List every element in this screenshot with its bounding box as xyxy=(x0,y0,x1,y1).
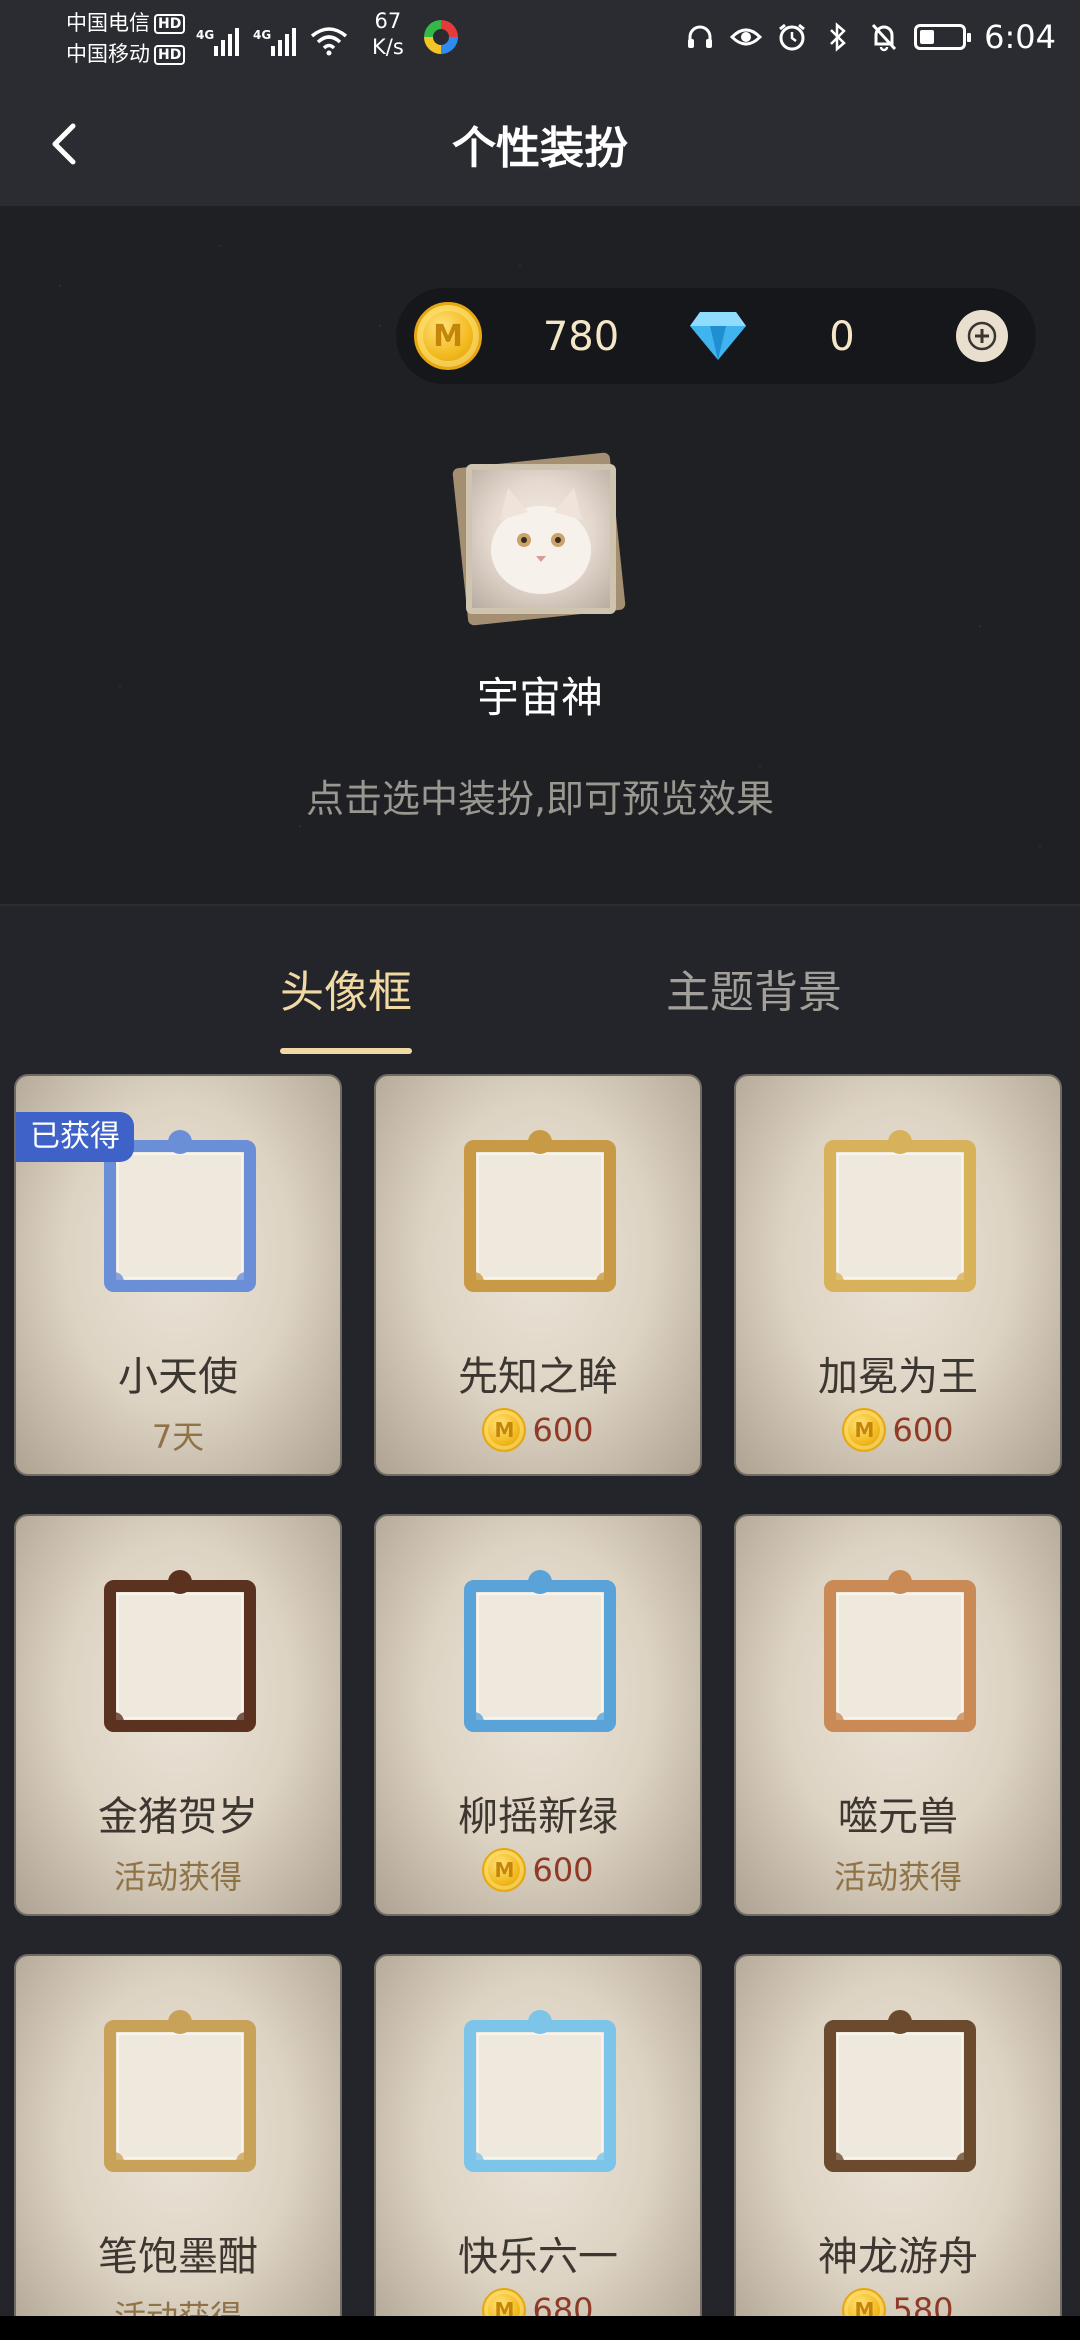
plus-icon xyxy=(967,321,997,351)
price-value: 600 xyxy=(532,1851,594,1889)
tab-avatar-frame[interactable]: 头像框 xyxy=(280,956,412,1020)
system-nav-bar xyxy=(0,2316,1080,2340)
mute-bell-icon xyxy=(868,21,900,53)
frame-name: 笔饱墨酣 xyxy=(98,2234,258,2280)
avatar xyxy=(466,464,616,614)
frame-name: 金猪贺岁 xyxy=(98,1794,258,1840)
frame-card[interactable]: 先知之眸 M 600 xyxy=(374,1074,702,1476)
frame-name: 噬元兽 xyxy=(838,1794,958,1840)
frame-name: 先知之眸 xyxy=(458,1354,618,1400)
carrier-1: 中国电信 xyxy=(66,11,150,35)
frame-name: 小天使 xyxy=(118,1354,238,1400)
profile-preview: M 780 0 宇宙神 点击选中装扮,即可预览效果 xyxy=(0,206,1080,906)
page-title: 个性装扮 xyxy=(452,123,628,174)
frame-name: 神龙游舟 xyxy=(818,2234,978,2280)
battery-icon xyxy=(914,24,972,50)
frame-price: M 600 xyxy=(736,1408,1060,1452)
frame-card[interactable]: 柳摇新绿 M 600 xyxy=(374,1514,702,1916)
frame-preview-image xyxy=(464,1130,616,1292)
network-speed: 67 K/s xyxy=(372,8,404,60)
frame-preview-image xyxy=(464,2010,616,2172)
frame-preview-image xyxy=(104,2010,256,2172)
speed-value: 67 xyxy=(374,9,402,33)
frame-card[interactable]: 噬元兽 活动获得 xyxy=(734,1514,1062,1916)
carrier-info: 中国电信 HD 中国移动 HD xyxy=(66,8,186,70)
eye-icon xyxy=(730,21,763,53)
frame-availability: 7天 xyxy=(151,1418,205,1456)
owned-badge: 已获得 xyxy=(16,1112,134,1162)
frame-card[interactable]: 已获得小天使 7天 xyxy=(14,1074,342,1476)
price-value: 600 xyxy=(532,1411,594,1449)
coin-balance: 780 xyxy=(542,314,620,360)
coin-icon: M xyxy=(414,302,482,370)
carrier-2: 中国移动 xyxy=(66,42,150,66)
category-tabs: 头像框 主题背景 xyxy=(0,906,1080,1056)
signal-icon: 4G xyxy=(253,28,296,56)
preview-hint: 点击选中装扮,即可预览效果 xyxy=(305,777,775,821)
app-notification-icon xyxy=(424,20,458,54)
status-icons: 6:04 xyxy=(684,14,1056,60)
recharge-button[interactable] xyxy=(956,310,1008,362)
frame-availability: 活动获得 xyxy=(113,1858,242,1896)
frame-card[interactable]: 加冕为王 M 600 xyxy=(734,1074,1062,1476)
user-name: 宇宙神 xyxy=(476,673,603,722)
frame-card[interactable]: 金猪贺岁 活动获得 xyxy=(14,1514,342,1916)
alarm-icon xyxy=(776,21,808,53)
frame-preview-image xyxy=(824,1570,976,1732)
clock: 6:04 xyxy=(984,18,1056,56)
frame-name: 快乐六一 xyxy=(458,2234,618,2280)
bluetooth-icon xyxy=(822,21,854,53)
frame-card[interactable]: 神龙游舟 M 580 xyxy=(734,1954,1062,2340)
speed-unit: K/s xyxy=(372,35,404,59)
avatar-preview xyxy=(452,452,626,626)
wifi-icon xyxy=(310,27,348,56)
frame-availability: 活动获得 xyxy=(833,1858,962,1896)
frame-preview-image xyxy=(464,1570,616,1732)
network-type: 4G xyxy=(196,28,215,42)
coin-icon: M xyxy=(482,1408,527,1452)
hd-badge-1: HD xyxy=(154,13,186,34)
cat-avatar-image xyxy=(491,488,591,594)
frame-price: M 600 xyxy=(376,1848,700,1892)
frame-preview-image xyxy=(104,1570,256,1732)
frame-preview-image xyxy=(824,2010,976,2172)
signal-icon: 4G xyxy=(196,28,239,56)
frame-card[interactable]: 快乐六一 M 680 xyxy=(374,1954,702,2340)
frame-card[interactable]: 笔饱墨酣活动获得 xyxy=(14,1954,342,2340)
price-value: 600 xyxy=(892,1411,954,1449)
signal-indicators: 4G 4G xyxy=(196,16,348,56)
frame-name: 柳摇新绿 xyxy=(458,1794,618,1840)
frame-preview-image xyxy=(824,1130,976,1292)
diamond-icon xyxy=(690,312,746,360)
active-tab-indicator xyxy=(280,1048,412,1054)
app-header: 个性装扮 xyxy=(0,82,1080,206)
network-type: 4G xyxy=(253,28,272,42)
wallet-bar: M 780 0 xyxy=(396,288,1036,384)
status-bar: 中国电信 HD 中国移动 HD 4G 4G 67 K/s 6:04 xyxy=(0,0,1080,82)
diamond-balance: 0 xyxy=(829,314,855,360)
frame-name: 加冕为王 xyxy=(818,1354,978,1400)
coin-icon: M xyxy=(482,1848,527,1892)
frame-price: M 600 xyxy=(376,1408,700,1452)
headphones-icon xyxy=(684,21,716,53)
tab-theme-background[interactable]: 主题背景 xyxy=(666,956,842,1020)
hd-badge-2: HD xyxy=(154,44,186,65)
coin-icon: M xyxy=(842,1408,887,1452)
